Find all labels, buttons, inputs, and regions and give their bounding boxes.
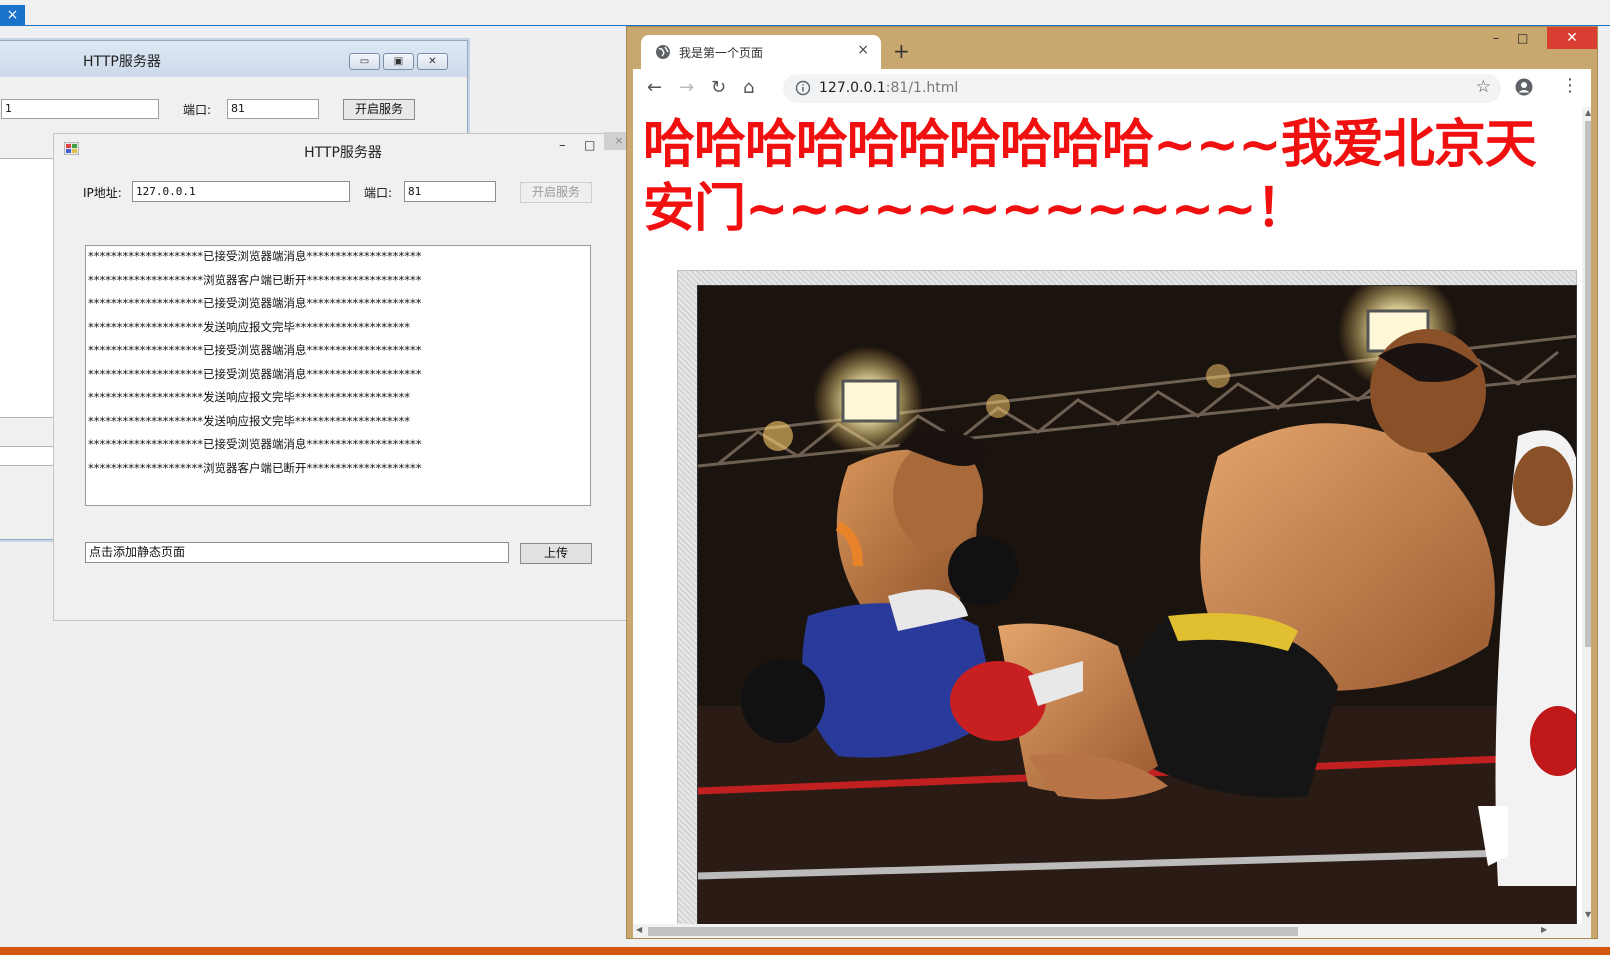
http-server-window-front[interactable]: HTTP服务器 – □ × IP地址: 127.0.0.1 端口: 81 开启服… [53,132,634,621]
menu-icon[interactable]: ⋮ [1561,75,1579,96]
url-path: :81/1.html [885,80,959,96]
vertical-scroll-thumb[interactable] [1585,121,1591,647]
url-text: 127.0.0.1:81/1.html [819,80,958,96]
info-icon[interactable] [795,80,811,96]
window-back-titlebar[interactable]: HTTP服务器 ▭ ▣ ✕ [0,41,467,77]
horizontal-scroll-thumb[interactable] [648,927,1298,936]
desktop-top-strip: × [0,0,1610,26]
log-line: ********************发送响应报文完毕************… [88,319,410,334]
ip-label: IP地址: [83,186,122,200]
log-line: ********************已接受浏览器端消息***********… [88,296,422,310]
window-back-port-field[interactable]: 81 [227,99,319,119]
port-field[interactable]: 81 [404,181,496,202]
page-heading: 哈哈哈哈哈哈哈哈哈哈~~~我爱北京天安门~~~~~~~~~~~~！ [643,115,1537,239]
browser-window[interactable]: 我是第一个页面 × + – □ ✕ ← → ↻ ⌂ 127.0.0.1:81/1… [626,26,1598,939]
start-service-button[interactable]: 开启服务 [520,182,592,203]
log-line: ********************发送响应报文完毕************… [88,390,410,404]
log-line: ********************浏览器客户端已断开***********… [88,272,422,287]
window-back-maximize-button[interactable]: ▣ [383,53,414,70]
account-icon[interactable] [1515,78,1533,96]
tab-close-icon[interactable]: × [857,42,869,58]
browser-minimize-button[interactable]: – [1493,31,1499,45]
log-line: ********************已接受浏览器端消息***********… [88,437,422,451]
kickboxing-photo [697,285,1577,924]
scroll-up-arrow-icon[interactable]: ▲ [1585,108,1591,117]
window-back-close-button[interactable]: ✕ [417,53,448,70]
new-tab-button[interactable]: + [893,39,910,63]
photo-frame [677,270,1577,924]
window-front-titlebar[interactable]: HTTP服务器 – □ × [54,132,634,164]
window-back-file-field[interactable] [0,446,54,466]
kickboxing-photo-image [698,286,1576,924]
reload-icon[interactable]: ↻ [711,77,726,98]
static-page-file-field[interactable]: 点击添加静态页面 [85,542,509,563]
scroll-right-arrow-icon[interactable]: ▶ [1541,925,1547,934]
tab-title: 我是第一个页面 [679,46,764,60]
window-front-minimize-button[interactable]: – [559,138,566,153]
upload-button[interactable]: 上传 [520,543,592,564]
window-back-minimize-button[interactable]: ▭ [349,53,380,70]
url-host: 127.0.0.1 [819,80,886,96]
bookmark-star-icon[interactable]: ☆ [1476,77,1491,97]
top-close-icon[interactable]: × [0,5,25,26]
window-back-port-label: 端口: [183,103,212,117]
ip-address-field[interactable]: 127.0.0.1 [132,181,350,202]
page-viewport[interactable]: 哈哈哈哈哈哈哈哈哈哈~~~我爱北京天安门~~~~~~~~~~~~！ ▲ ▼ [633,107,1591,924]
back-arrow-icon[interactable]: ← [647,77,662,98]
window-front-title: HTTP服务器 [304,145,382,161]
forward-arrow-icon[interactable]: → [679,77,694,98]
horizontal-scrollbar[interactable]: ◀ ▶ [633,924,1591,938]
log-line: ********************发送响应报文完毕************… [88,413,410,428]
log-area[interactable]: ********************已接受浏览器端消息***********… [85,245,591,506]
window-front-maximize-button[interactable]: □ [584,138,595,152]
browser-maximize-button[interactable]: □ [1517,31,1528,45]
log-line: ********************浏览器客户端已断开***********… [88,460,422,475]
log-line: ********************已接受浏览器端消息***********… [88,249,422,263]
address-bar[interactable]: 127.0.0.1:81/1.html ☆ [783,74,1501,103]
scroll-left-arrow-icon[interactable]: ◀ [636,925,642,934]
window-back-ip-field[interactable]: 1 [1,99,159,119]
vertical-scrollbar[interactable]: ▲ ▼ [1582,107,1591,924]
tab-strip: 我是第一个页面 × + – □ ✕ [627,27,1597,69]
log-line: ********************已接受浏览器端消息***********… [88,343,422,357]
browser-toolbar: ← → ↻ ⌂ 127.0.0.1:81/1.html ☆ ⋮ [633,69,1591,107]
taskbar-edge [0,947,1610,955]
port-label: 端口: [364,186,393,200]
scroll-down-arrow-icon[interactable]: ▼ [1585,910,1591,919]
window-back-title: HTTP服务器 [83,54,161,70]
window-back-log-area[interactable] [0,158,54,418]
browser-close-button[interactable]: ✕ [1547,27,1597,49]
tab-first-page[interactable]: 我是第一个页面 × [641,35,881,69]
home-icon[interactable]: ⌂ [743,77,754,98]
log-line: ********************已接受浏览器端消息***********… [88,366,422,381]
globe-icon [656,45,670,59]
window-back-start-button[interactable]: 开启服务 [343,99,415,120]
